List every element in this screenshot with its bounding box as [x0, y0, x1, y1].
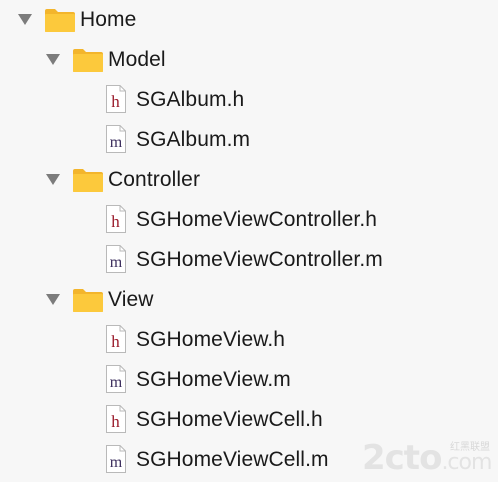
implementation-file-icon: m: [106, 365, 126, 393]
file-label: SGHomeViewController.m: [136, 248, 383, 271]
folder-icon: [45, 9, 75, 32]
file-type-letter: h: [111, 332, 120, 351]
watermark-main-text: 2cto: [362, 438, 442, 478]
disclosure-triangle-icon[interactable]: [46, 174, 60, 185]
folder-icon: [73, 169, 103, 192]
folder-row-view[interactable]: View: [0, 280, 498, 320]
file-row[interactable]: h SGHomeViewCell.h: [0, 400, 498, 440]
file-row[interactable]: m SGAlbum.m: [0, 120, 498, 160]
folder-icon: [73, 49, 103, 72]
file-type-letter: h: [111, 92, 120, 111]
watermark: 2cto.com 红黑联盟: [362, 436, 498, 482]
file-row[interactable]: h SGHomeViewController.h: [0, 200, 498, 240]
header-file-icon: h: [106, 405, 126, 433]
folder-label: Home: [80, 8, 137, 31]
file-label: SGHomeViewCell.h: [136, 408, 323, 431]
implementation-file-icon: m: [106, 445, 126, 473]
folder-row-controller[interactable]: Controller: [0, 160, 498, 200]
file-row[interactable]: m SGHomeView.m: [0, 360, 498, 400]
file-type-letter: h: [111, 412, 120, 431]
watermark-subtext: 红黑联盟: [450, 442, 490, 453]
file-type-letter: m: [110, 134, 123, 151]
file-label: SGAlbum.m: [136, 128, 251, 151]
folder-icon: [73, 289, 103, 312]
disclosure-triangle-icon[interactable]: [46, 294, 60, 305]
folder-row-home[interactable]: Home: [0, 0, 498, 40]
file-row[interactable]: m SGHomeViewController.m: [0, 240, 498, 280]
file-label: SGHomeViewCell.m: [136, 448, 329, 471]
implementation-file-icon: m: [106, 125, 126, 153]
folder-label: Controller: [108, 168, 201, 191]
header-file-icon: h: [106, 205, 126, 233]
file-type-letter: m: [110, 254, 123, 271]
folder-row-model[interactable]: Model: [0, 40, 498, 80]
file-type-letter: m: [110, 374, 123, 391]
project-navigator: Home Model h SGAlbum.h m SGAlbum.m Contr…: [0, 0, 498, 482]
folder-label: View: [108, 288, 154, 311]
file-label: SGHomeView.m: [136, 368, 291, 391]
implementation-file-icon: m: [106, 245, 126, 273]
file-row[interactable]: h SGHomeView.h: [0, 320, 498, 360]
file-label: SGAlbum.h: [136, 88, 245, 111]
file-label: SGHomeViewController.h: [136, 208, 378, 231]
file-type-letter: h: [111, 212, 120, 231]
disclosure-triangle-icon[interactable]: [46, 54, 60, 65]
disclosure-triangle-icon[interactable]: [18, 14, 32, 25]
folder-label: Model: [108, 48, 166, 71]
file-row[interactable]: h SGAlbum.h: [0, 80, 498, 120]
header-file-icon: h: [106, 325, 126, 353]
header-file-icon: h: [106, 85, 126, 113]
file-type-letter: m: [110, 454, 123, 471]
file-label: SGHomeView.h: [136, 328, 286, 351]
